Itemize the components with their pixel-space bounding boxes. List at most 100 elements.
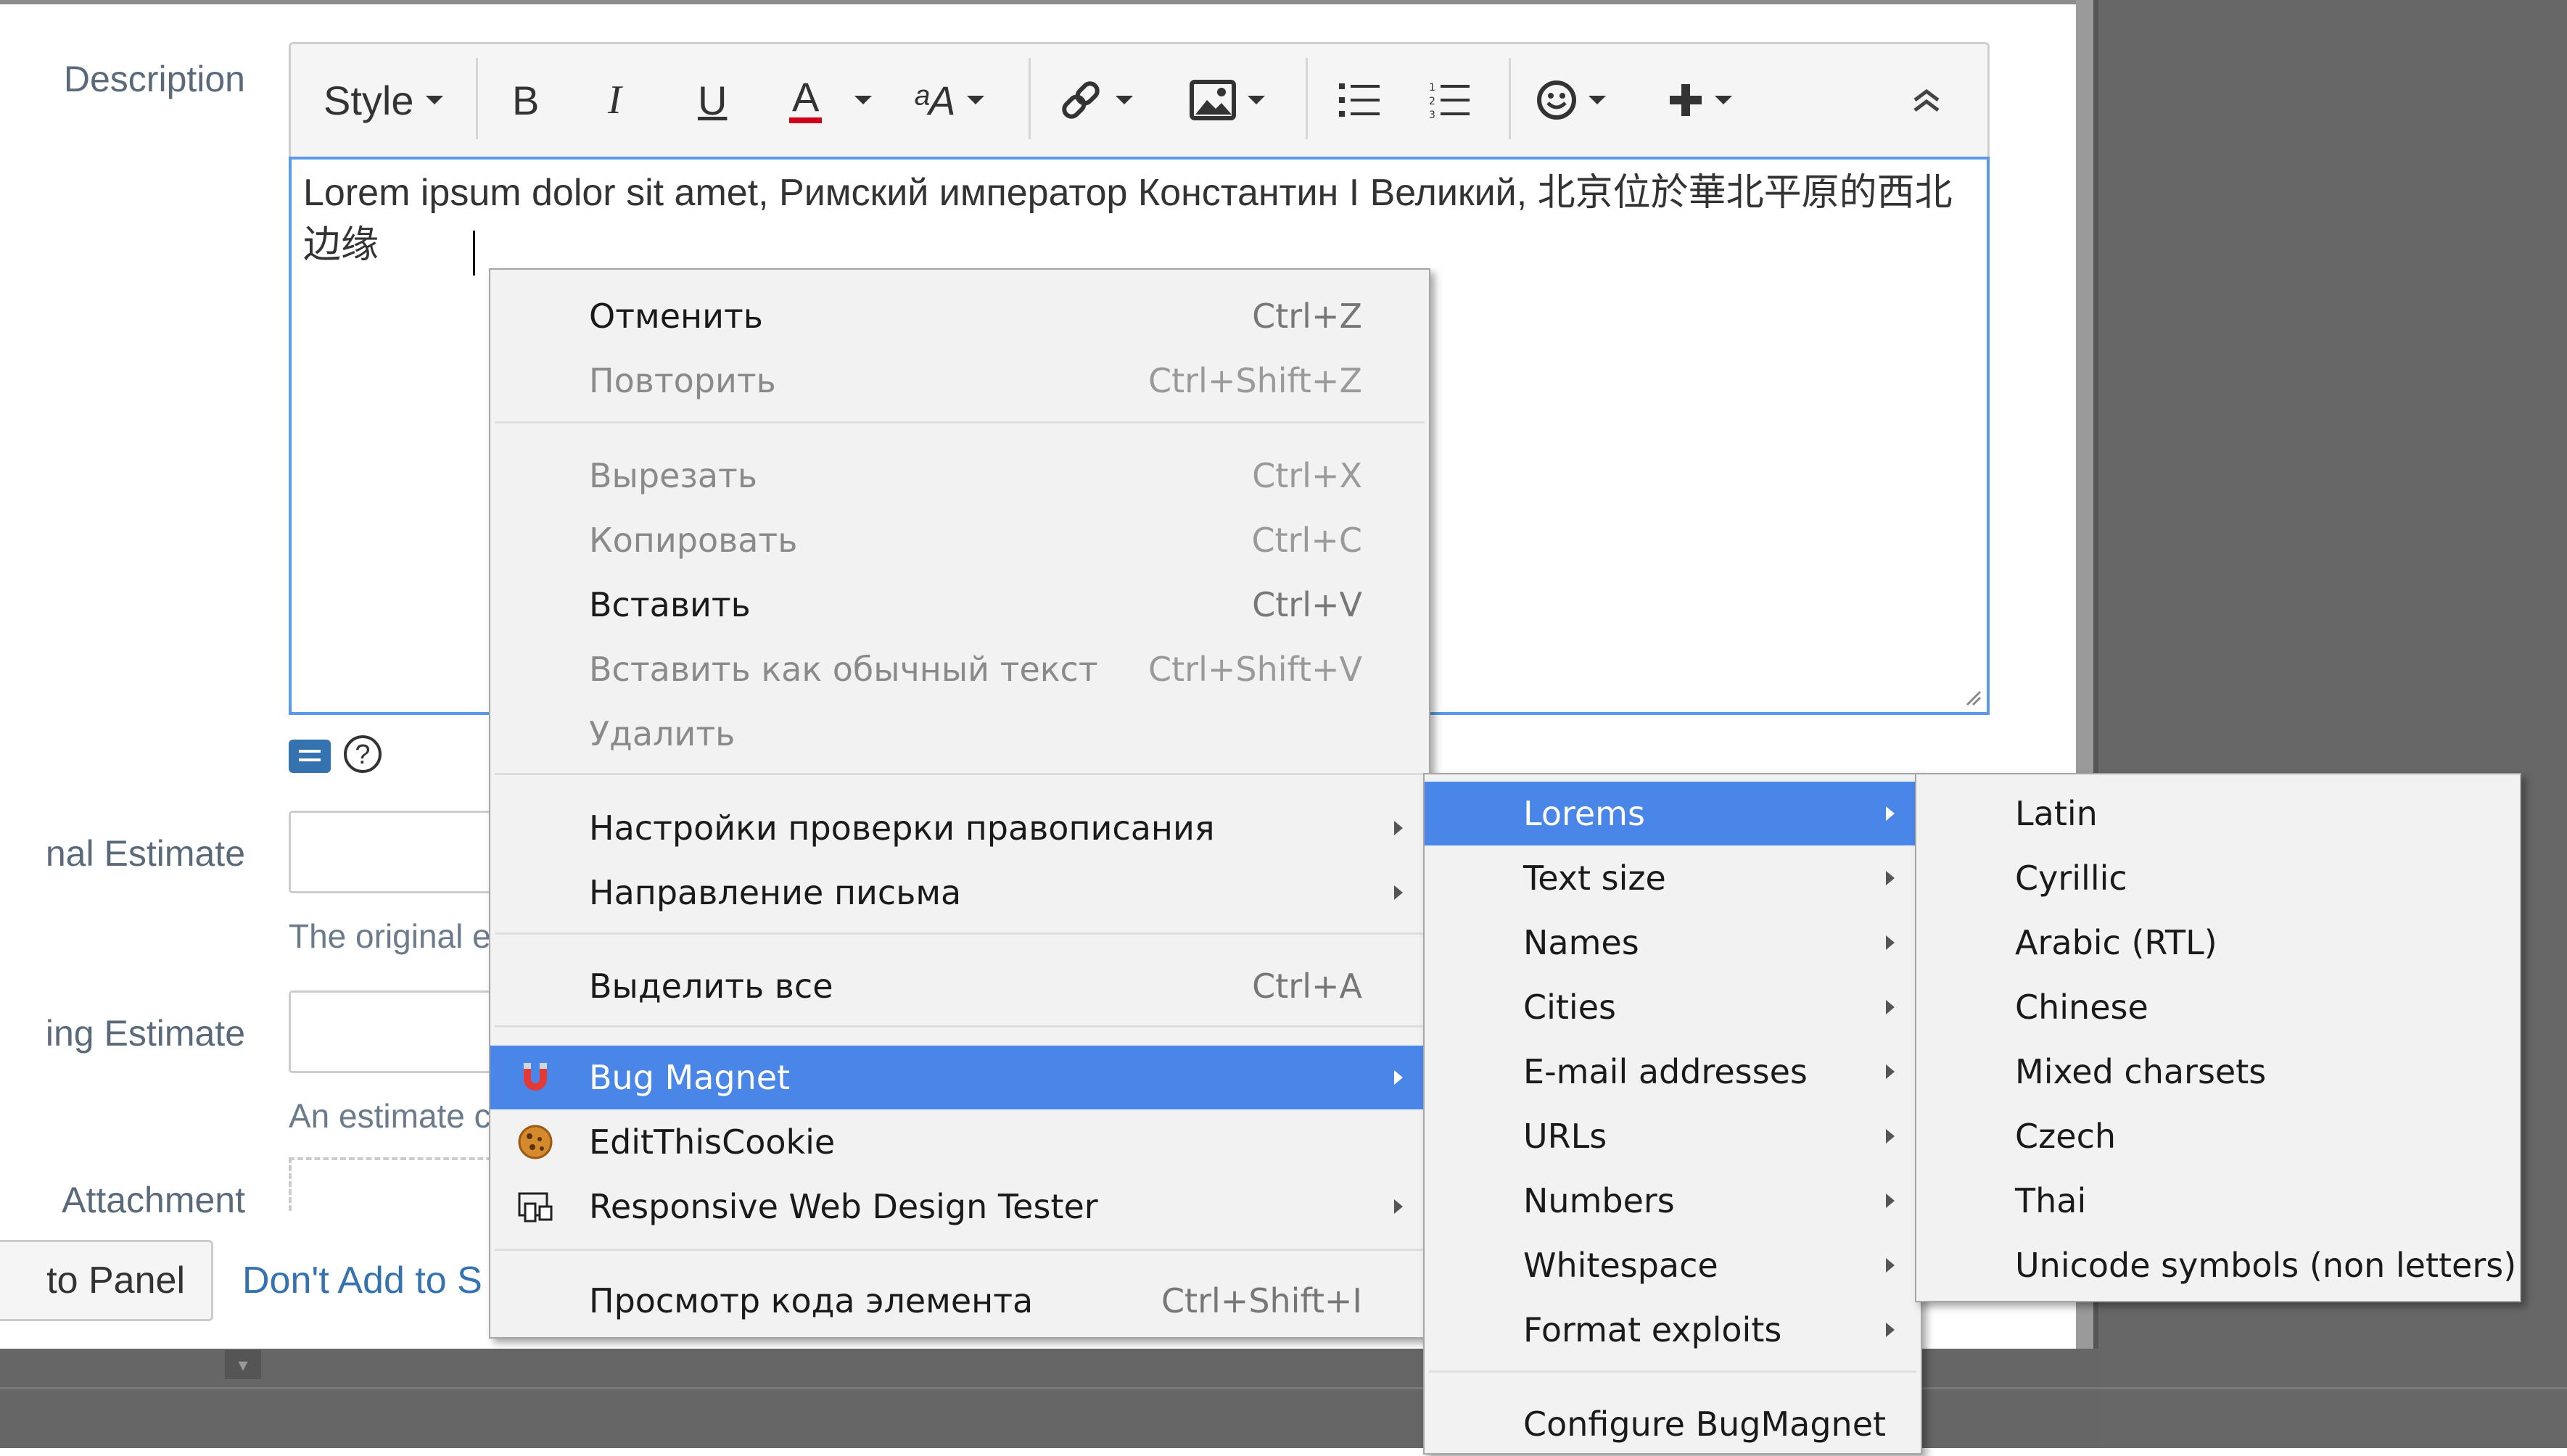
bullet-list-icon (1339, 83, 1380, 117)
bullet-list-button[interactable] (1339, 42, 1380, 158)
chevron-down-icon (1589, 96, 1606, 104)
lorem-item-cyrillic[interactable]: Cyrillic (1916, 846, 2520, 910)
add-to-panel-button[interactable]: to Panel (0, 1240, 213, 1321)
chevron-right-icon (1886, 871, 1895, 885)
text-mode-icon[interactable] (289, 740, 331, 773)
cookie-icon (518, 1125, 553, 1159)
divider (0, 1387, 2567, 1389)
menu-item-undo[interactable]: Отменить Ctrl+Z (490, 284, 1429, 348)
toolbar-separator (1029, 58, 1031, 139)
chevron-right-icon (1394, 821, 1403, 835)
original-estimate-description: The original e (289, 917, 491, 955)
lorem-item-chinese[interactable]: Chinese (1916, 975, 2520, 1039)
svg-text:1: 1 (1429, 82, 1435, 94)
chevron-down-icon (1116, 96, 1133, 104)
attachment-dropzone[interactable] (289, 1157, 509, 1211)
chevron-down-icon (1715, 96, 1732, 104)
link-button[interactable] (1058, 42, 1133, 158)
menu-item-copy[interactable]: Копировать Ctrl+C (490, 508, 1429, 572)
link-icon (1062, 81, 1100, 119)
bold-button[interactable]: B (512, 42, 539, 158)
lorem-item-czech[interactable]: Czech (1916, 1104, 2520, 1168)
submenu-item-email[interactable]: E-mail addresses (1425, 1040, 1921, 1104)
chevron-right-icon (1394, 1199, 1403, 1214)
collapse-toolbar-button[interactable] (1912, 42, 1941, 158)
numbered-list-button[interactable]: 1 2 3 (1429, 42, 1470, 158)
text-color-dropdown[interactable] (854, 42, 872, 158)
original-estimate-input[interactable] (289, 811, 506, 893)
dont-add-link[interactable]: Don't Add to S (242, 1240, 482, 1321)
dialog-top-border (0, 0, 2076, 4)
submenu-item-urls[interactable]: URLs (1425, 1104, 1921, 1168)
help-icon[interactable]: ? (344, 735, 382, 773)
lorem-item-latin[interactable]: Latin (1916, 782, 2520, 845)
insert-more-button[interactable] (1668, 42, 1732, 158)
text-color-button[interactable]: A (789, 42, 823, 158)
chevron-right-icon (1886, 935, 1895, 950)
menu-separator (495, 421, 1425, 423)
menu-separator (495, 1025, 1425, 1027)
menu-item-select-all[interactable]: Выделить все Ctrl+A (490, 954, 1429, 1018)
image-icon (1190, 80, 1236, 120)
chevron-right-icon (1394, 885, 1403, 900)
submenu-item-numbers[interactable]: Numbers (1425, 1169, 1921, 1233)
menu-item-paste[interactable]: Вставить Ctrl+V (490, 573, 1429, 637)
chevron-down-icon (967, 96, 985, 104)
menu-item-editthiscookie[interactable]: EditThisCookie (490, 1110, 1429, 1174)
toolbar-separator (1306, 58, 1308, 139)
description-label: Description (63, 59, 245, 99)
submenu-item-cities[interactable]: Cities (1425, 975, 1921, 1039)
image-button[interactable] (1190, 42, 1265, 158)
italic-icon: I (608, 78, 622, 123)
text-cursor (473, 231, 475, 276)
menu-item-inspect[interactable]: Просмотр кода элемента Ctrl+Shift+I (490, 1269, 1429, 1333)
chevron-right-icon (1886, 1194, 1895, 1208)
menu-separator (1429, 1370, 1916, 1373)
style-dropdown[interactable]: Style (324, 42, 443, 158)
menu-item-bug-magnet[interactable]: Bug Magnet (490, 1046, 1429, 1109)
chevron-right-icon (1394, 1070, 1403, 1085)
svg-text:3: 3 (1429, 109, 1435, 118)
editor-content[interactable]: Lorem ipsum dolor sit amet, Римский импе… (303, 167, 1986, 271)
chevron-right-icon (1886, 1323, 1895, 1337)
menu-item-delete[interactable]: Удалить (490, 702, 1429, 766)
text-size-button[interactable]: ᵃA (914, 42, 985, 158)
menu-item-redo[interactable]: Повторить Ctrl+Shift+Z (490, 349, 1429, 413)
submenu-item-names[interactable]: Names (1425, 911, 1921, 975)
submenu-item-text-size[interactable]: Text size (1425, 846, 1921, 910)
device-icon (518, 1192, 553, 1223)
svg-text:2: 2 (1429, 96, 1435, 107)
menu-separator (495, 773, 1425, 775)
menu-item-spellcheck[interactable]: Настройки проверки правописания (490, 796, 1429, 860)
scroll-down-icon[interactable]: ▾ (225, 1350, 261, 1379)
underline-button[interactable]: U (698, 42, 727, 158)
chevron-down-icon (425, 96, 443, 104)
italic-button[interactable]: I (608, 42, 622, 158)
resize-handle-icon[interactable] (1964, 689, 1982, 706)
numbered-list-icon: 1 2 3 (1429, 82, 1470, 118)
remaining-estimate-input[interactable] (289, 990, 506, 1073)
lorem-item-mixed-charsets[interactable]: Mixed charsets (1916, 1040, 2520, 1104)
context-menu: Отменить Ctrl+Z Повторить Ctrl+Shift+Z Выр… (489, 268, 1430, 1339)
attachment-label: Attachment (62, 1180, 245, 1220)
remaining-estimate-description: An estimate c (289, 1097, 491, 1135)
menu-item-cut[interactable]: Вырезать Ctrl+X (490, 444, 1429, 508)
submenu-item-whitespace[interactable]: Whitespace (1425, 1233, 1921, 1297)
lorem-item-thai[interactable]: Thai (1916, 1169, 2520, 1233)
submenu-item-format-exploits[interactable]: Format exploits (1425, 1298, 1921, 1362)
submenu-item-configure[interactable]: Configure BugMagnet (1425, 1392, 1921, 1456)
remaining-estimate-label: ing Estimate (45, 1013, 245, 1054)
toolbar-separator (1509, 58, 1511, 139)
plus-icon (1670, 84, 1702, 116)
toolbar-separator (476, 58, 478, 139)
chevron-right-icon (1886, 1064, 1895, 1079)
menu-separator (495, 1249, 1425, 1251)
lorem-item-arabic[interactable]: Arabic (RTL) (1916, 911, 2520, 975)
smiley-icon (1537, 80, 1576, 120)
emoticon-button[interactable] (1536, 42, 1606, 158)
menu-item-writing-direction[interactable]: Направление письма (490, 861, 1429, 925)
menu-item-responsive-tester[interactable]: Responsive Web Design Tester (490, 1175, 1429, 1238)
menu-item-paste-plain[interactable]: Вставить как обычный текст Ctrl+Shift+V (490, 637, 1429, 701)
lorem-item-unicode-symbols[interactable]: Unicode symbols (non letters) (1916, 1233, 2520, 1297)
submenu-item-lorems[interactable]: Lorems (1425, 782, 1921, 845)
